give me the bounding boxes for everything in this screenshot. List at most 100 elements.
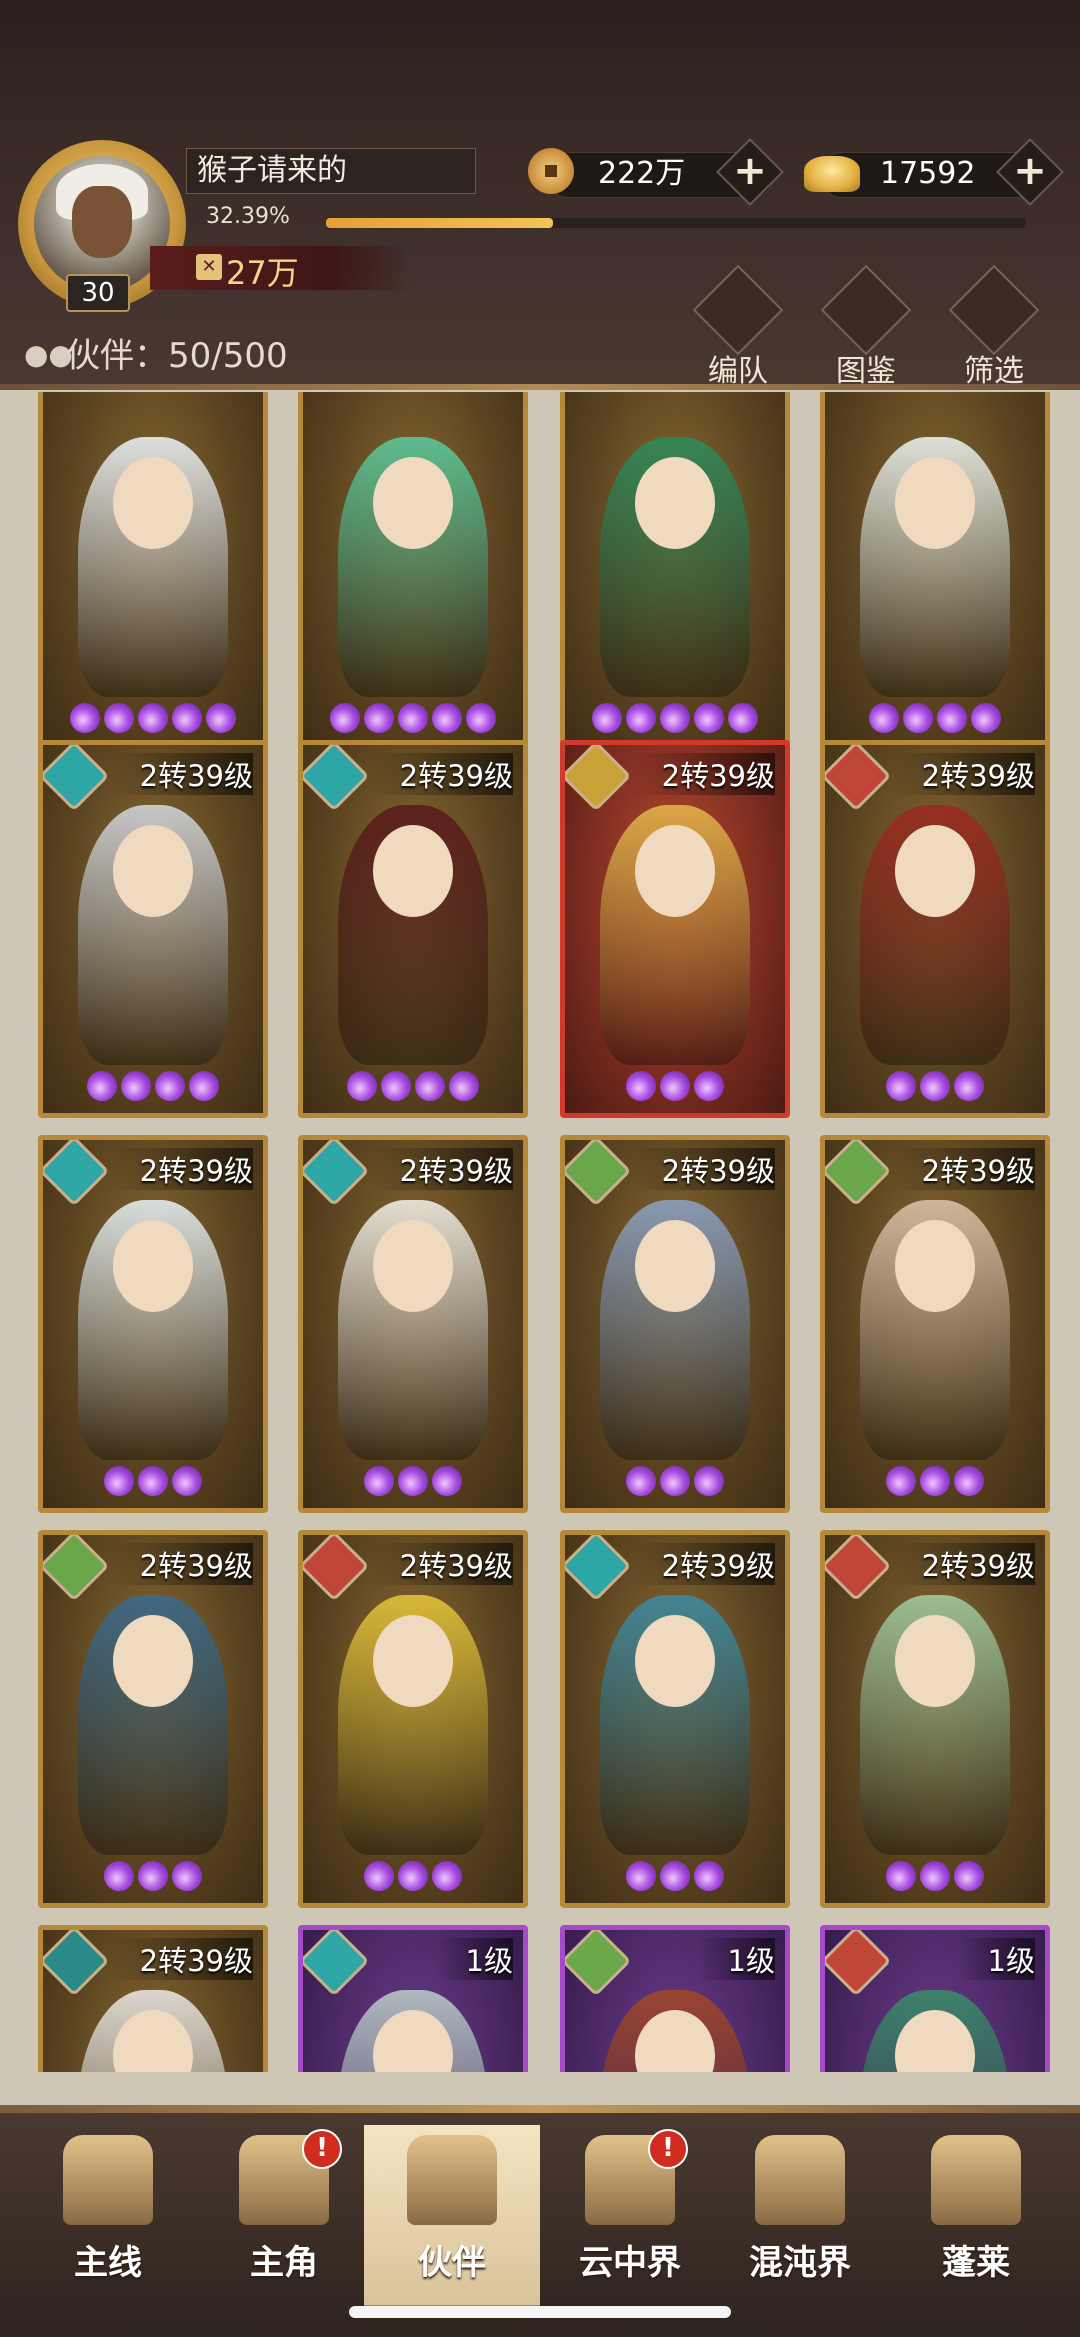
flame-star-icon — [653, 1854, 697, 1898]
partner-card[interactable]: 2转39级 — [560, 740, 790, 1118]
partner-card[interactable]: 2转39级 — [820, 1135, 1050, 1513]
crossed-swords-icon: ✕ — [196, 254, 222, 280]
partner-card[interactable]: 1级 — [298, 1925, 528, 2072]
flame-star-icon — [131, 1459, 175, 1503]
flame-star-icon — [653, 696, 697, 740]
partner-level: 2转39级 — [891, 1148, 1035, 1190]
partner-level: 2转39级 — [109, 1543, 253, 1585]
partner-level: 2转39级 — [631, 753, 775, 795]
nav-tab[interactable]: 云中界! — [542, 2125, 718, 2305]
partner-level: 2转39级 — [369, 753, 513, 795]
partner-face — [895, 1220, 975, 1312]
element-icon — [565, 1140, 632, 1207]
flame-star-icon — [391, 1459, 435, 1503]
partner-level: 1级 — [697, 1938, 775, 1980]
partner-face — [895, 457, 975, 549]
partner-level: 2转39级 — [891, 1543, 1035, 1585]
filter-button[interactable]: 筛选 — [948, 264, 1040, 390]
partner-card[interactable] — [560, 392, 790, 750]
partner-face — [373, 1615, 453, 1707]
star-rating — [303, 1459, 523, 1503]
flame-star-icon — [687, 1459, 731, 1503]
star-rating — [303, 1854, 523, 1898]
flame-star-icon — [165, 696, 209, 740]
flame-star-icon — [165, 1459, 209, 1503]
scroll-icon — [820, 264, 912, 356]
flame-star-icon — [721, 696, 765, 740]
star-rating — [825, 696, 1045, 740]
star-rating — [565, 1064, 785, 1108]
partner-card[interactable]: 2转39级 — [38, 740, 268, 1118]
element-icon — [43, 1535, 110, 1602]
player-name: 猴子请来的 — [186, 148, 476, 194]
flame-star-icon — [131, 696, 175, 740]
flame-star-icon — [619, 1064, 663, 1108]
element-icon — [825, 745, 892, 812]
partner-face — [895, 825, 975, 917]
partner-card[interactable] — [38, 392, 268, 750]
partner-card[interactable]: 2转39级 — [38, 1135, 268, 1513]
flame-star-icon — [63, 696, 107, 740]
partner-level: 2转39级 — [631, 1543, 775, 1585]
partner-level: 2转39级 — [369, 1148, 513, 1190]
flame-star-icon — [442, 1064, 486, 1108]
nav-tab[interactable]: 伙伴 — [364, 2125, 540, 2309]
flame-star-icon — [408, 1064, 452, 1108]
element-icon — [825, 1930, 892, 1997]
flame-star-icon — [687, 1854, 731, 1898]
flame-star-icon — [619, 1854, 663, 1898]
nav-tab[interactable]: 主线 — [20, 2125, 196, 2305]
partner-card[interactable]: 2转39级 — [560, 1530, 790, 1908]
partner-grid: 2转39级 2转39级 2转39级 2转39级 2转39级 2转39级 2转39级 2转39级… — [0, 392, 1080, 2072]
element-icon — [565, 1930, 632, 1997]
star-rating — [825, 1459, 1045, 1503]
codex-button[interactable]: 图鉴 — [820, 264, 912, 390]
nav-tab[interactable]: 混沌界 — [712, 2125, 888, 2305]
formation-button[interactable]: 编队 — [692, 264, 784, 390]
partner-card[interactable]: 1级 — [560, 1925, 790, 2072]
nav-tab[interactable]: 蓬莱 — [888, 2125, 1064, 2305]
partner-face — [113, 1615, 193, 1707]
partner-face — [373, 457, 453, 549]
partner-card[interactable]: 2转39级 — [298, 1530, 528, 1908]
partner-card[interactable] — [298, 392, 528, 750]
partner-card[interactable]: 2转39级 — [298, 740, 528, 1118]
nav-tab-icon — [755, 2135, 845, 2225]
flame-star-icon — [913, 1459, 957, 1503]
nav-tab-label: 混沌界 — [749, 2243, 851, 2283]
partner-card[interactable] — [820, 392, 1050, 750]
star-rating — [565, 1854, 785, 1898]
flame-star-icon — [913, 1064, 957, 1108]
partner-face — [635, 825, 715, 917]
partner-card[interactable]: 2转39级 — [38, 1925, 268, 2072]
avatar-face — [72, 186, 132, 258]
element-icon — [565, 1535, 632, 1602]
partner-card[interactable]: 2转39级 — [38, 1530, 268, 1908]
element-icon — [43, 1140, 110, 1207]
flame-star-icon — [619, 696, 663, 740]
flame-star-icon — [879, 1854, 923, 1898]
partner-card[interactable]: 2转39级 — [298, 1135, 528, 1513]
star-rating — [303, 1064, 523, 1108]
partner-card[interactable]: 2转39级 — [820, 740, 1050, 1118]
flame-star-icon — [947, 1064, 991, 1108]
partner-card[interactable]: 2转39级 — [820, 1530, 1050, 1908]
partner-face — [635, 457, 715, 549]
flame-star-icon — [947, 1854, 991, 1898]
flame-star-icon — [687, 1064, 731, 1108]
flame-star-icon — [323, 696, 367, 740]
flame-star-icon — [879, 1459, 923, 1503]
partner-card[interactable]: 2转39级 — [560, 1135, 790, 1513]
partner-level: 1级 — [957, 1938, 1035, 1980]
nav-tab-label: 伙伴 — [418, 2243, 486, 2283]
partner-level: 1级 — [435, 1938, 513, 1980]
element-icon — [303, 745, 370, 812]
nav-tab[interactable]: 主角! — [196, 2125, 372, 2305]
partner-face — [373, 1220, 453, 1312]
nav-tab-icon — [931, 2135, 1021, 2225]
flame-star-icon — [391, 696, 435, 740]
flame-star-icon — [425, 696, 469, 740]
element-icon — [825, 1535, 892, 1602]
partner-card[interactable]: 1级 — [820, 1925, 1050, 2072]
nav-tab-icon — [63, 2135, 153, 2225]
